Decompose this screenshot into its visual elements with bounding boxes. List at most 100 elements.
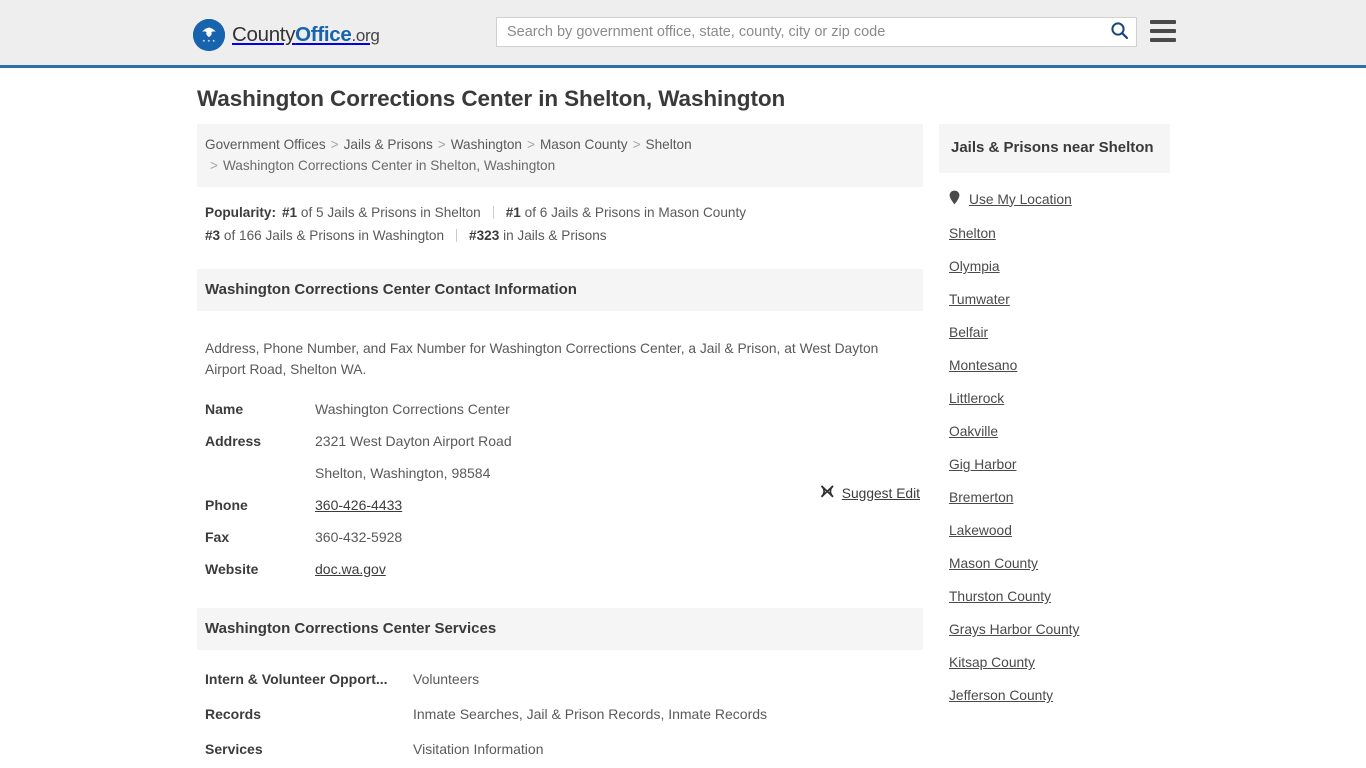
row-label-blank xyxy=(197,458,307,490)
breadcrumb-item-jails-prisons[interactable]: Jails & Prisons xyxy=(344,137,433,152)
sidebar-item-montesano[interactable]: Montesano xyxy=(939,349,1170,382)
logo-text-office: Office xyxy=(295,23,352,46)
row-label-phone: Phone xyxy=(205,496,248,513)
hamburger-menu-icon[interactable] xyxy=(1150,20,1176,42)
breadcrumb-item-mason-county[interactable]: Mason County xyxy=(540,137,628,152)
logo-text-county: County xyxy=(232,23,296,46)
table-row: Website doc.wa.gov xyxy=(197,554,923,586)
popularity-text: in Jails & Prisons xyxy=(503,228,607,243)
sidebar-item-shelton[interactable]: Shelton xyxy=(939,217,1170,250)
site-header: CountyOffice.org xyxy=(0,0,1366,68)
row-label-address: Address xyxy=(205,432,262,449)
sidebar-item-belfair[interactable]: Belfair xyxy=(939,316,1170,349)
table-row: Name Washington Corrections Center xyxy=(197,394,923,426)
sidebar-links: Use My Location Shelton Olympia Tumwater… xyxy=(939,173,1170,712)
sidebar-item-bremerton[interactable]: Bremerton xyxy=(939,481,1170,514)
services-heading: Washington Corrections Center Services xyxy=(197,607,923,650)
sidebar-item-grays-harbor-county[interactable]: Grays Harbor County xyxy=(939,613,1170,646)
contact-information-table: Name Washington Corrections Center Addre… xyxy=(197,394,923,586)
edit-pencil-icon xyxy=(820,484,835,502)
breadcrumb-separator: > xyxy=(330,137,339,152)
suggest-edit-label: Suggest Edit xyxy=(841,485,920,501)
phone-link[interactable]: 360-426-4433 xyxy=(315,497,402,513)
popularity-text: of 5 Jails & Prisons in Shelton xyxy=(300,205,481,220)
popularity-item-shelton: #1 of 5 Jails & Prisons in Shelton xyxy=(282,205,481,220)
popularity-label: Popularity: xyxy=(205,205,276,220)
table-row: Fax 360-432-5928 xyxy=(197,522,923,554)
table-row: Address 2321 West Dayton Airport Road xyxy=(197,426,923,458)
popularity-item-national: #323 in Jails & Prisons xyxy=(469,228,607,243)
sidebar-item-label: Use My Location xyxy=(969,191,1072,207)
breadcrumb-separator: > xyxy=(526,137,535,152)
row-label-website: Website xyxy=(205,560,259,577)
popularity-divider xyxy=(456,229,458,242)
breadcrumb-separator: > xyxy=(632,137,641,152)
popularity-rank: #3 xyxy=(205,228,221,243)
row-value-intern-volunteer: Volunteers xyxy=(413,670,480,687)
sidebar-item-kitsap-county[interactable]: Kitsap County xyxy=(939,646,1170,679)
contact-information-heading: Washington Corrections Center Contact In… xyxy=(197,269,923,311)
row-label-fax: Fax xyxy=(205,528,230,545)
search-form xyxy=(496,17,1137,47)
website-link[interactable]: doc.wa.gov xyxy=(315,561,386,577)
sidebar-item-jefferson-county[interactable]: Jefferson County xyxy=(939,679,1170,712)
sidebar-item-gig-harbor[interactable]: Gig Harbor xyxy=(939,448,1170,481)
breadcrumb-item-washington[interactable]: Washington xyxy=(451,137,522,152)
popularity-text: of 166 Jails & Prisons in Washington xyxy=(223,228,445,243)
row-label-records: Records xyxy=(205,705,262,722)
popularity-rank: #1 xyxy=(505,205,521,220)
table-row: Shelton, Washington, 98584 xyxy=(197,458,923,490)
menu-bar-3 xyxy=(1150,38,1176,42)
row-value-address-street: 2321 West Dayton Airport Road xyxy=(315,432,512,449)
search-button[interactable] xyxy=(1102,18,1136,46)
sidebar-item-tumwater[interactable]: Tumwater xyxy=(939,283,1170,316)
site-logo[interactable]: CountyOffice.org xyxy=(193,19,380,51)
sidebar-item-thurston-county[interactable]: Thurston County xyxy=(939,580,1170,613)
logo-wordmark: CountyOffice.org xyxy=(232,23,380,47)
menu-bar-1 xyxy=(1150,20,1176,24)
sidebar-item-littlerock[interactable]: Littlerock xyxy=(939,382,1170,415)
row-value-services: Visitation Information xyxy=(413,740,544,757)
popularity-divider xyxy=(492,206,494,219)
table-row: Intern & Volunteer Opport... Volunteers xyxy=(197,662,923,697)
row-value-name: Washington Corrections Center xyxy=(315,400,510,417)
row-value-fax: 360-432-5928 xyxy=(315,528,403,545)
sidebar-heading: Jails & Prisons near Shelton xyxy=(939,124,1170,173)
breadcrumb-item-government-offices[interactable]: Government Offices xyxy=(205,137,326,152)
search-input[interactable] xyxy=(497,18,1102,46)
page-title: Washington Corrections Center in Shelton… xyxy=(197,86,786,111)
location-pin-icon xyxy=(949,190,960,208)
popularity-text: of 6 Jails & Prisons in Mason County xyxy=(524,205,747,220)
row-label-intern-volunteer: Intern & Volunteer Opport... xyxy=(205,670,388,687)
logo-text-org: .org xyxy=(351,26,380,45)
sidebar-item-use-my-location[interactable]: Use My Location xyxy=(939,181,1170,217)
menu-bar-2 xyxy=(1150,29,1176,33)
row-value-website: doc.wa.gov xyxy=(307,554,923,586)
table-row: Phone 360-426-4433 xyxy=(197,490,923,522)
row-value-records: Inmate Searches, Jail & Prison Records, … xyxy=(413,705,768,722)
breadcrumb-separator: > xyxy=(210,158,218,173)
suggest-edit-button[interactable]: Suggest Edit xyxy=(820,484,920,502)
popularity-rank: #1 xyxy=(282,205,298,220)
sidebar-item-olympia[interactable]: Olympia xyxy=(939,250,1170,283)
breadcrumb-current: Washington Corrections Center in Shelton… xyxy=(222,158,556,173)
sidebar-item-lakewood[interactable]: Lakewood xyxy=(939,514,1170,547)
breadcrumb-item-shelton[interactable]: Shelton xyxy=(646,137,692,152)
eagle-seal-icon xyxy=(193,19,225,51)
services-table: Intern & Volunteer Opport... Volunteers … xyxy=(197,662,923,767)
contact-description: Address, Phone Number, and Fax Number fo… xyxy=(205,340,879,377)
breadcrumb: Government Offices > Jails & Prisons > Washi… xyxy=(197,124,923,187)
table-row: Services Visitation Information xyxy=(197,732,923,767)
popularity-rank: #323 xyxy=(469,228,500,243)
popularity-row: Popularity: #1 of 5 Jails & Prisons in Sh… xyxy=(197,187,923,247)
sidebar: Jails & Prisons near Shelton Use My Loca… xyxy=(939,124,1170,712)
popularity-item-washington: #3 of 166 Jails & Prisons in Washington xyxy=(205,228,444,243)
row-label-services: Services xyxy=(205,740,263,757)
sidebar-item-oakville[interactable]: Oakville xyxy=(939,415,1170,448)
table-row: Records Inmate Searches, Jail & Prison R… xyxy=(197,697,923,732)
popularity-item-mason-county: #1 of 6 Jails & Prisons in Mason County xyxy=(506,205,746,220)
search-icon xyxy=(1110,21,1129,43)
sidebar-item-mason-county[interactable]: Mason County xyxy=(939,547,1170,580)
row-label-name: Name xyxy=(205,400,244,417)
main-content-column: Government Offices > Jails & Prisons > Washi… xyxy=(197,124,923,768)
